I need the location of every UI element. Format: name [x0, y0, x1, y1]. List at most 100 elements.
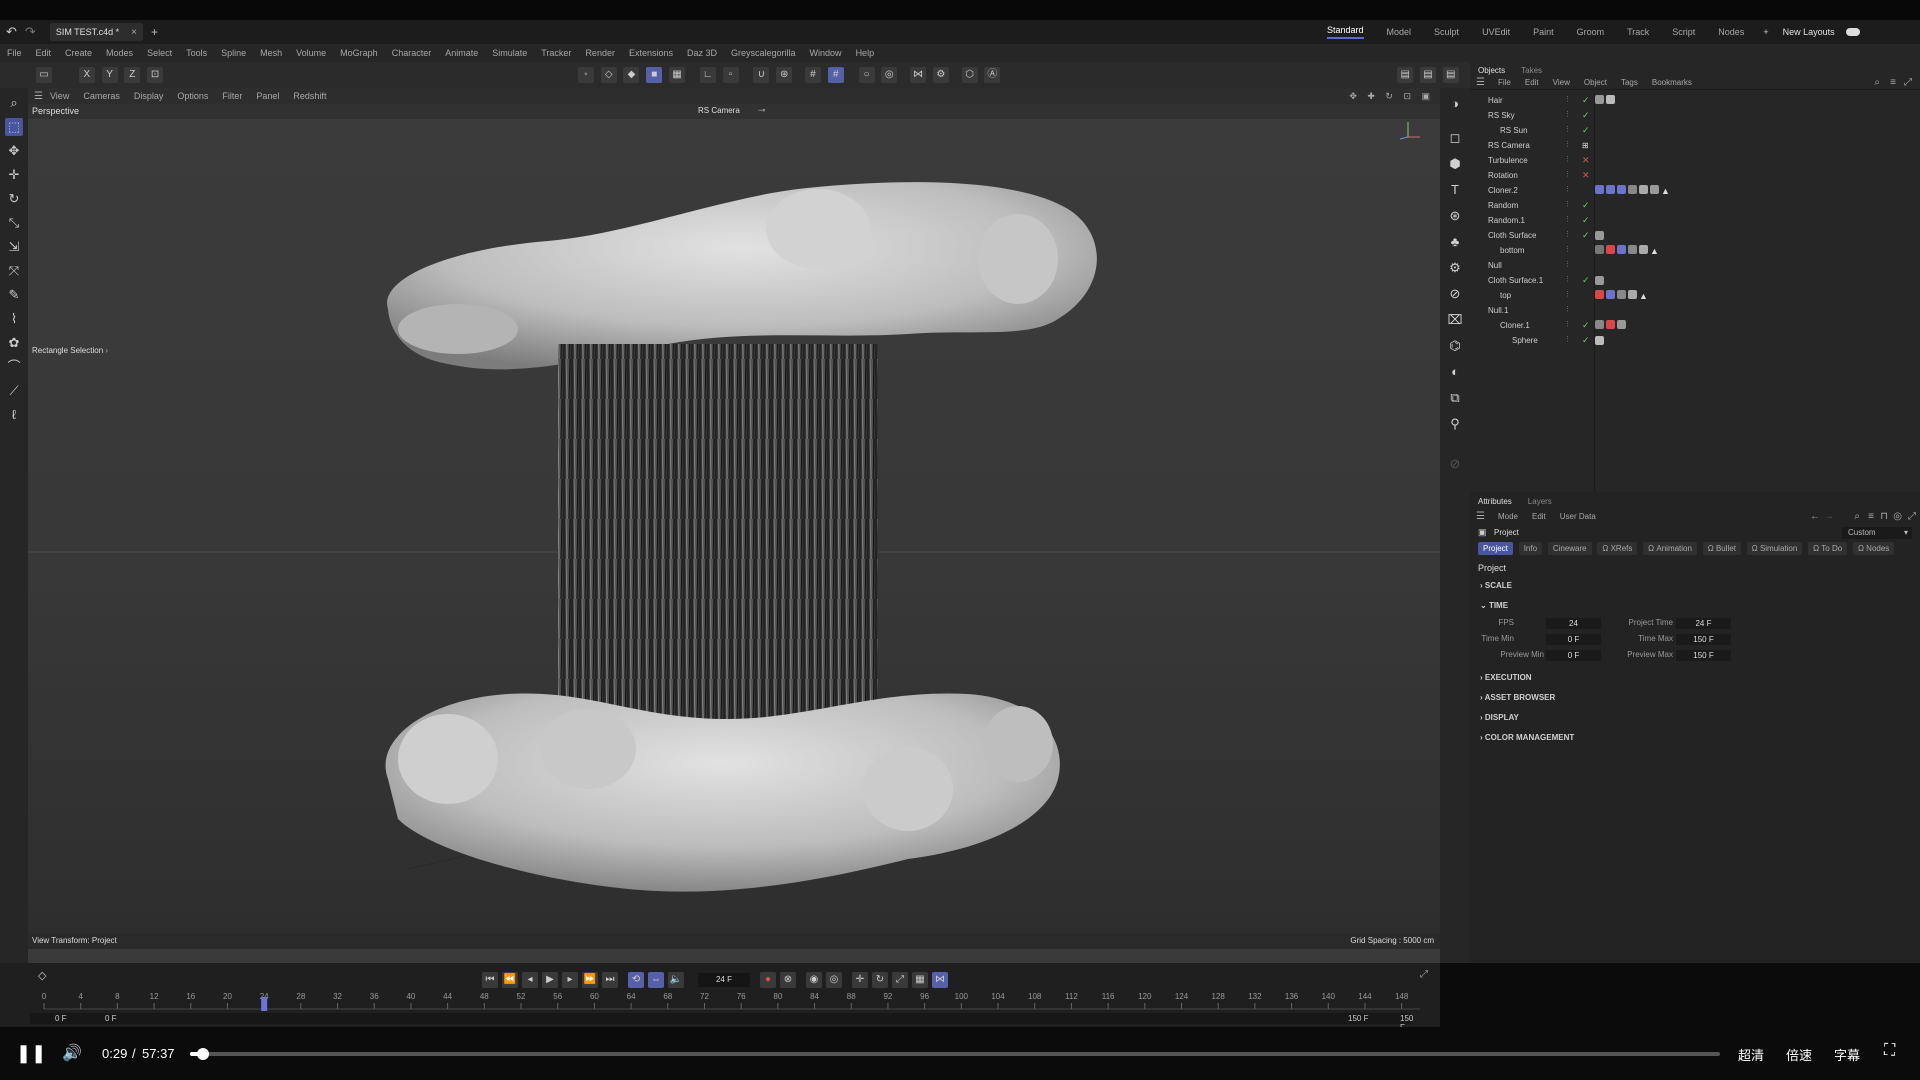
section-time[interactable]: ⌄ TIME [1470, 596, 1920, 616]
selection-options-icon[interactable]: ✥ [5, 142, 23, 160]
objects-menu-bookmarks[interactable]: Bookmarks [1652, 78, 1692, 87]
deformer-icon[interactable]: ⚙ [1445, 258, 1465, 278]
points-mode-icon[interactable]: ◦ [577, 67, 594, 83]
tab-takes[interactable]: Takes [1521, 66, 1542, 75]
spline-icon[interactable]: ⌧ [1445, 310, 1465, 330]
viewport-menu-icon[interactable]: ☰ [34, 91, 43, 102]
vertex-map-tag-icon[interactable] [1617, 185, 1626, 194]
generator-icon[interactable]: ⊛ [1445, 206, 1465, 226]
menu-mograph[interactable]: MoGraph [340, 48, 378, 58]
visibility-icon[interactable]: ⋮ [1564, 140, 1571, 152]
visibility-icon[interactable]: ⋮ [1564, 155, 1571, 167]
checker-tag-icon[interactable] [1639, 245, 1648, 254]
warning-tag-icon[interactable]: ▲ [1639, 291, 1648, 301]
disabled-cross[interactable]: ✕ [1582, 170, 1590, 181]
quality-button[interactable]: 超清 [1738, 1045, 1764, 1064]
subtab-todo[interactable]: Ω To Do [1808, 542, 1848, 555]
spline-pen-icon[interactable]: ✎ [5, 286, 23, 304]
object-row[interactable]: Cloner.1 ⋮ ✓ [1470, 318, 1920, 333]
viewport-menu-options[interactable]: Options [177, 91, 208, 101]
lock-icon[interactable]: ⊓ [1880, 511, 1888, 522]
target-icon[interactable]: ◎ [881, 67, 898, 83]
vertex-map-tag-icon[interactable] [1606, 290, 1615, 299]
pause-icon[interactable]: ❚❚ [16, 1043, 46, 1064]
object-row[interactable]: RS Camera ⋮ ⊞ [1470, 138, 1920, 153]
subtab-nodes[interactable]: Ω Nodes [1852, 542, 1895, 555]
range-start-b[interactable]: 0 F [105, 1014, 117, 1023]
menu-tools[interactable]: Tools [186, 48, 207, 58]
soft-selection-icon[interactable]: ⊛ [776, 67, 793, 83]
add-layout-icon[interactable]: + [1763, 27, 1768, 37]
range-end-a[interactable]: 150 F [1348, 1014, 1368, 1023]
enabled-check[interactable]: ✓ [1582, 110, 1590, 121]
next-key-icon[interactable]: ⏩ [582, 972, 598, 988]
object-row[interactable]: Cloth Surface.1 ⋮ ✓ [1470, 273, 1920, 288]
preview-max-field[interactable]: 150 F [1676, 650, 1731, 661]
move-tool-icon[interactable]: ✛ [5, 166, 23, 184]
model-mode-icon[interactable]: ▭ [36, 67, 52, 83]
position-key-icon[interactable]: ◎ [826, 972, 842, 988]
objects-menu-object[interactable]: Object [1584, 78, 1607, 87]
checker-tag-icon[interactable] [1628, 290, 1637, 299]
enabled-check[interactable]: ✓ [1582, 200, 1590, 211]
section-color-management[interactable]: › COLOR MANAGEMENT [1470, 728, 1920, 748]
magnet-icon[interactable]: ∪ [753, 67, 770, 83]
visibility-icon[interactable]: ⋮ [1564, 230, 1571, 242]
close-tab-icon[interactable]: × [131, 27, 137, 38]
go-to-end-icon[interactable]: ⏭ [602, 972, 618, 988]
menu-mesh[interactable]: Mesh [260, 48, 282, 58]
camera-tag-icon[interactable]: ⊞ [1582, 141, 1589, 150]
visibility-icon[interactable]: ⋮ [1564, 170, 1571, 182]
object-row[interactable]: RS Sky ⋮ ✓ [1470, 108, 1920, 123]
subtab-project[interactable]: Project [1478, 542, 1513, 555]
menu-extensions[interactable]: Extensions [629, 48, 673, 58]
objects-menu-tags[interactable]: Tags [1621, 78, 1638, 87]
subtab-animation[interactable]: Ω Animation [1643, 542, 1697, 555]
tab-attributes[interactable]: Attributes [1478, 497, 1512, 506]
symmetry-icon[interactable]: ⋈ [910, 67, 927, 83]
project-time-field[interactable]: 24 F [1676, 618, 1731, 629]
new-layouts-button[interactable]: New Layouts [1783, 27, 1835, 37]
document-tab[interactable]: SIM TEST.c4d * × [49, 23, 144, 41]
disabled-cross[interactable]: ✕ [1582, 155, 1590, 166]
timeline-expand-icon[interactable]: ⤢ [1420, 969, 1428, 980]
render-picture-viewer-icon[interactable]: ▤ [1419, 67, 1436, 83]
keyframe-mode-icon[interactable]: ◇ [38, 969, 46, 982]
render-tag-icon[interactable] [1606, 95, 1615, 104]
objects-menu-view[interactable]: View [1553, 78, 1570, 87]
sound-icon[interactable]: 🔈 [668, 972, 684, 988]
layout-tab-standard[interactable]: Standard [1327, 25, 1364, 39]
attributes-menu-edit[interactable]: Edit [1532, 512, 1546, 521]
enabled-check[interactable]: ✓ [1582, 275, 1590, 286]
subtab-xrefs[interactable]: Ω XRefs [1597, 542, 1638, 555]
polygons-mode-icon[interactable]: ◆ [623, 67, 640, 83]
objects-menu-icon[interactable]: ☰ [1476, 77, 1485, 88]
forward-arrow-icon[interactable]: → [1824, 511, 1834, 522]
menu-select[interactable]: Select [147, 48, 172, 58]
primitive-icon[interactable]: ⬢ [1445, 154, 1465, 174]
layout-tab-model[interactable]: Model [1387, 27, 1412, 37]
preset-dropdown[interactable]: Custom ▾ [1842, 527, 1912, 539]
visibility-icon[interactable]: ⋮ [1564, 305, 1571, 317]
collision-tag-icon[interactable] [1606, 320, 1615, 329]
checker-tag-icon[interactable] [1639, 185, 1648, 194]
objects-menu-edit[interactable]: Edit [1525, 78, 1539, 87]
search-icon[interactable]: ⌕ [5, 94, 23, 112]
preview-min-field[interactable]: 0 F [1546, 650, 1601, 661]
subtab-cineware[interactable]: Cineware [1547, 542, 1592, 555]
object-row[interactable]: Turbulence ⋮ ✕ [1470, 153, 1920, 168]
eye-tag-icon[interactable] [1595, 185, 1604, 194]
visibility-icon[interactable]: ⋮ [1564, 245, 1571, 257]
tab-layers[interactable]: Layers [1528, 497, 1552, 506]
visibility-icon[interactable]: ⋮ [1564, 275, 1571, 287]
timeline-ruler[interactable]: 0 4 8 12 16 20 24 28 32 36 40 44 48 52 56 60 64 68 72 76 80 8… [30, 989, 1440, 1011]
tab-objects[interactable]: Objects [1478, 66, 1505, 75]
viewport-menu-redshift[interactable]: Redshift [293, 91, 326, 101]
go-to-start-icon[interactable]: ⏮ [482, 972, 498, 988]
menu-modes[interactable]: Modes [106, 48, 133, 58]
grid-icon[interactable]: # [827, 67, 844, 83]
object-row[interactable]: Null ⋮ [1470, 258, 1920, 273]
viewport-menu-filter[interactable]: Filter [222, 91, 242, 101]
visibility-icon[interactable]: ⋮ [1564, 95, 1571, 107]
enabled-check[interactable]: ✓ [1582, 125, 1590, 136]
